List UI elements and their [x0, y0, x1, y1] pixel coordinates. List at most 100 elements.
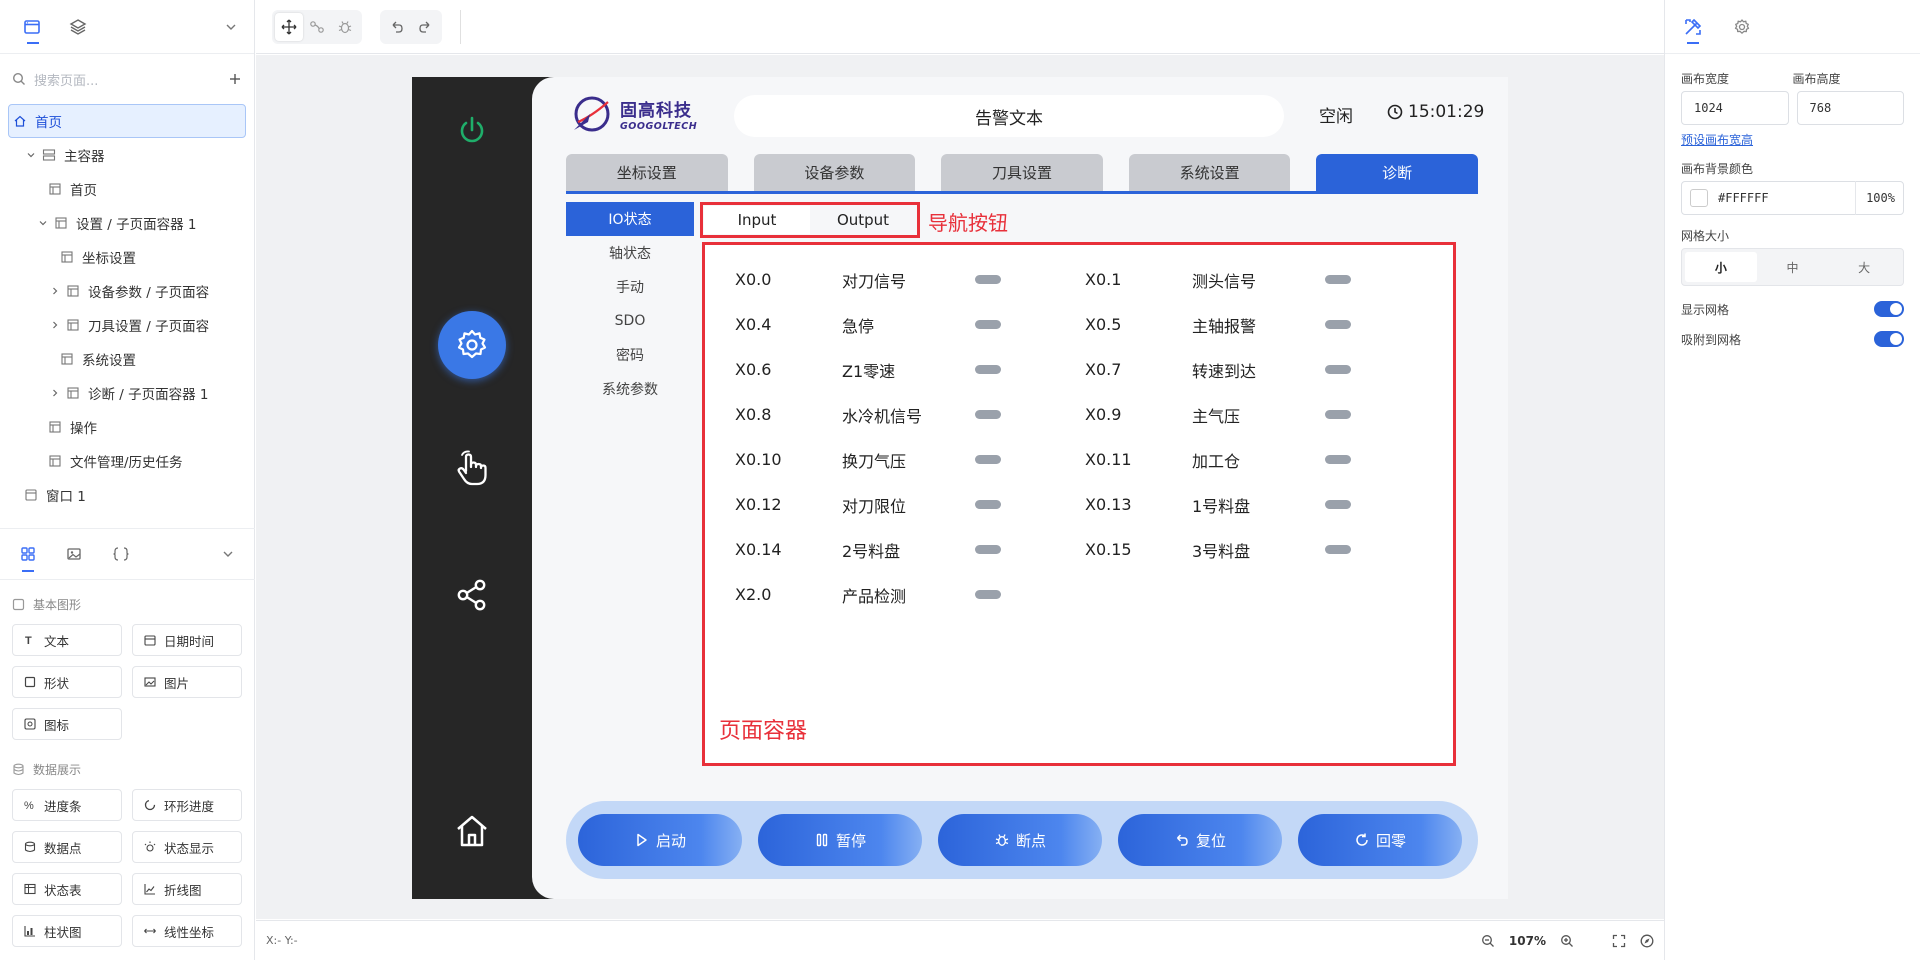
gear-icon — [454, 327, 490, 363]
pages-tab[interactable] — [16, 0, 48, 54]
hmi-tab[interactable]: 系统设置 — [1129, 154, 1291, 191]
code-tab[interactable] — [112, 528, 130, 580]
component-label: 状态显示 — [164, 838, 214, 857]
io-address: X0.1 — [1085, 270, 1192, 289]
search-input[interactable]: 搜索页面... — [34, 70, 228, 89]
subnav-item[interactable]: SDO — [566, 304, 694, 338]
output-button[interactable]: Output — [810, 206, 916, 234]
tree-item[interactable]: 文件管理/历史任务 — [8, 444, 246, 478]
subnav-item[interactable]: 手动 — [566, 270, 694, 304]
component-label: 柱状图 — [44, 922, 82, 941]
tree-item[interactable]: 首页 — [8, 104, 246, 138]
io-indicator-led — [975, 590, 1001, 599]
component-item[interactable]: 图片 — [132, 666, 242, 698]
hmi-tab[interactable]: 诊断 — [1316, 154, 1478, 191]
tree-item[interactable]: 坐标设置 — [8, 240, 246, 274]
component-item[interactable]: 环形进度 — [132, 789, 242, 821]
move-tool-button[interactable] — [275, 13, 303, 41]
component-item[interactable]: 状态显示 — [132, 831, 242, 863]
io-row: X0.4急停X0.5主轴报警 — [735, 302, 1435, 347]
tree-item[interactable]: 窗口 1 — [8, 478, 246, 512]
component-item[interactable]: 形状 — [12, 666, 122, 698]
tree-item[interactable]: 系统设置 — [8, 342, 246, 376]
zoom-out-icon[interactable] — [1481, 934, 1495, 948]
bg-color-field[interactable]: #FFFFFF 100% — [1681, 181, 1904, 215]
subnav-item[interactable]: 密码 — [566, 338, 694, 372]
home-nav-button[interactable] — [454, 813, 490, 849]
tree-item[interactable]: 设备参数 / 子页面容 — [8, 274, 246, 308]
component-item[interactable]: 状态表 — [12, 873, 122, 905]
share-nav-button[interactable] — [454, 577, 490, 613]
grid-size-option[interactable]: 大 — [1828, 252, 1900, 282]
color-swatch[interactable] — [1690, 189, 1708, 207]
action-button-bug[interactable]: 断点 — [938, 814, 1102, 866]
component-item[interactable]: 日期时间 — [132, 624, 242, 656]
layers-tab[interactable] — [62, 0, 94, 54]
zoom-in-icon[interactable] — [1560, 934, 1574, 948]
canvas-height-input[interactable]: 768 — [1797, 91, 1905, 125]
pause-icon — [814, 832, 836, 848]
images-tab[interactable] — [66, 528, 82, 580]
canvas-width-label: 画布宽度 — [1681, 70, 1793, 87]
chevron-right-icon[interactable] — [48, 320, 62, 330]
settings-nav-button[interactable] — [438, 311, 506, 379]
subnav-item[interactable]: 系统参数 — [566, 372, 694, 406]
chevron-down-icon[interactable] — [24, 150, 38, 160]
power-button[interactable] — [455, 113, 489, 147]
hmi-tab[interactable]: 刀具设置 — [941, 154, 1103, 191]
subnav-item[interactable]: 轴状态 — [566, 236, 694, 270]
undo-button[interactable] — [383, 13, 411, 41]
tree-item[interactable]: 首页 — [8, 172, 246, 206]
hmi-tab[interactable]: 坐标设置 — [566, 154, 728, 191]
action-button-play[interactable]: 启动 — [578, 814, 742, 866]
action-button-refresh[interactable]: 回零 — [1298, 814, 1462, 866]
component-item[interactable]: 线性坐标 — [132, 915, 242, 947]
chevron-right-icon[interactable] — [48, 286, 62, 296]
debug-tool-button[interactable] — [331, 13, 359, 41]
component-label: 图标 — [44, 715, 69, 734]
add-page-icon[interactable] — [228, 72, 242, 86]
manual-nav-button[interactable] — [452, 449, 492, 489]
tree-item-label: 操作 — [70, 417, 97, 437]
fit-screen-icon[interactable] — [1612, 934, 1626, 948]
page-icon — [60, 250, 74, 264]
component-item[interactable]: 图标 — [12, 708, 122, 740]
tree-item[interactable]: 操作 — [8, 410, 246, 444]
compass-icon[interactable] — [1640, 934, 1654, 948]
tree-item[interactable]: 刀具设置 / 子页面容 — [8, 308, 246, 342]
tree-item[interactable]: 设置 / 子页面容器 1 — [8, 206, 246, 240]
settings-tab[interactable] — [1733, 0, 1751, 54]
bg-color-value[interactable]: #FFFFFF — [1718, 191, 1769, 205]
grid-size-option[interactable]: 中 — [1757, 252, 1829, 282]
grid-size-option[interactable]: 小 — [1685, 252, 1757, 282]
bg-opacity-field[interactable]: 100% — [1855, 181, 1895, 215]
chevron-down-icon[interactable] — [36, 218, 50, 228]
components-tab[interactable] — [20, 528, 36, 580]
hmi-tab[interactable]: 设备参数 — [754, 154, 916, 191]
chevron-down-icon[interactable] — [224, 20, 238, 34]
tree-item[interactable]: 诊断 / 子页面容器 1 — [8, 376, 246, 410]
redo-button[interactable] — [411, 13, 439, 41]
preset-size-link[interactable]: 预设画布宽高 — [1681, 131, 1904, 148]
move-icon — [281, 19, 297, 35]
design-tab[interactable] — [1683, 0, 1703, 54]
subnav-item[interactable]: IO状态 — [566, 202, 694, 236]
snap-grid-toggle[interactable] — [1874, 331, 1904, 347]
component-item[interactable]: T文本 — [12, 624, 122, 656]
canvas-width-input[interactable]: 1024 — [1681, 91, 1789, 125]
show-grid-toggle[interactable] — [1874, 301, 1904, 317]
tree-item[interactable]: 主容器 — [8, 138, 246, 172]
action-button-pause[interactable]: 暂停 — [758, 814, 922, 866]
chevron-down-icon[interactable] — [221, 547, 235, 561]
component-item[interactable]: 数据点 — [12, 831, 122, 863]
chevron-right-icon[interactable] — [48, 388, 62, 398]
undo-icon — [1174, 832, 1196, 848]
component-item[interactable]: 柱状图 — [12, 915, 122, 947]
input-button[interactable]: Input — [704, 206, 810, 234]
component-item[interactable]: %进度条 — [12, 789, 122, 821]
connect-tool-button[interactable] — [303, 13, 331, 41]
data-display-header: 数据展示 — [12, 755, 244, 783]
component-item[interactable]: 折线图 — [132, 873, 242, 905]
basic-shapes-section: 基本图形 T文本日期时间形状图片图标 — [12, 590, 244, 740]
action-button-undo[interactable]: 复位 — [1118, 814, 1282, 866]
